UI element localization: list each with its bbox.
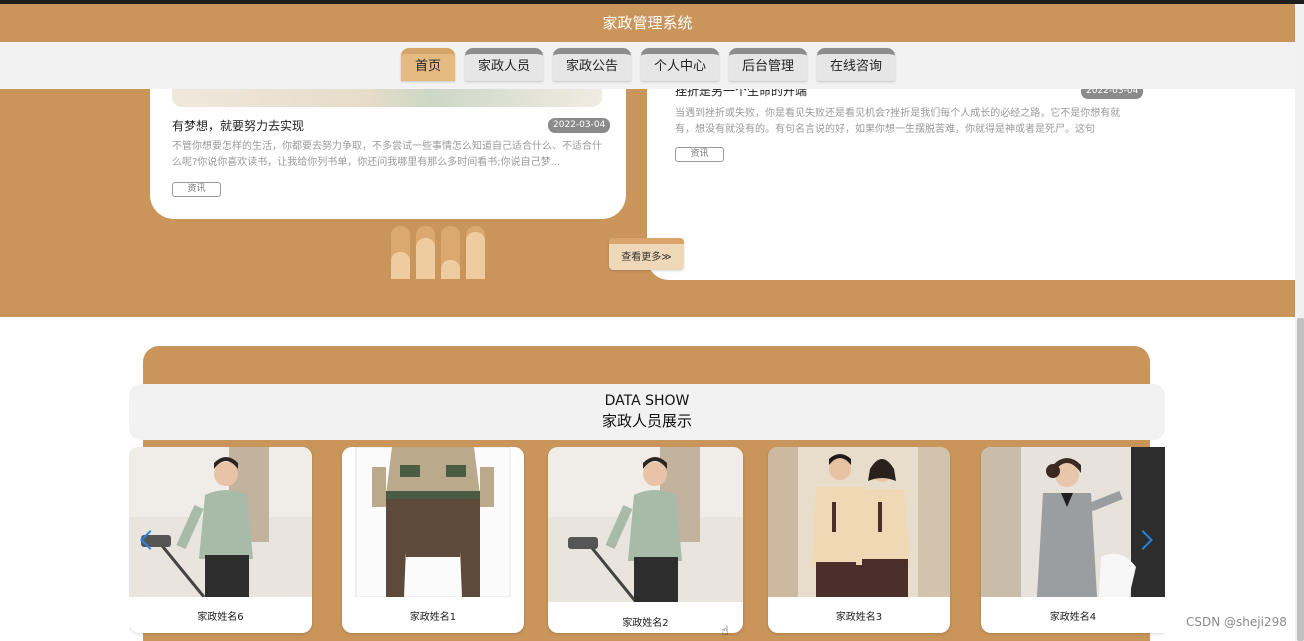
news-summary: 不管你想要怎样的生活，你都要去努力争取，不多尝试一些事情怎么知道自己适合什么、不… [172, 141, 602, 168]
mouse-cursor-icon: ☝ [721, 624, 729, 639]
news-item-left[interactable]: 有梦想，就要努力去实现 2022-03-04 不管你想要怎样的生活，你都要去努力… [150, 89, 626, 219]
staff-name[interactable]: 家政姓名3 [768, 608, 950, 623]
nav-tab-profile[interactable]: 个人中心 [641, 48, 719, 81]
staff-card[interactable]: 家政姓名1 [342, 447, 524, 633]
staff-photo[interactable] [981, 447, 1165, 597]
page-scrollbar-thumb[interactable] [1297, 318, 1304, 641]
pager-bar-fill [441, 260, 460, 279]
site-title: 家政管理系统 [602, 14, 693, 32]
nav-tab-home[interactable]: 首页 [401, 48, 455, 81]
staff-photo[interactable] [548, 447, 743, 602]
pager-bar-fill [391, 252, 410, 279]
pager-bar-fill [416, 238, 435, 279]
nav-tab-staff[interactable]: 家政人员 [465, 48, 543, 81]
news-item-right[interactable]: 挫折是另一个生命的开端 2022-03-04 当遇到挫折或失败，你是看见失败还是… [647, 84, 1295, 280]
news-tag[interactable]: 资讯 [172, 182, 221, 197]
staff-photo-image [342, 447, 524, 597]
staff-photo[interactable] [342, 447, 524, 597]
pager-bar-fill [466, 232, 485, 279]
news-image[interactable] [172, 89, 602, 107]
staff-photo-image [981, 447, 1165, 597]
nav-tab-consult[interactable]: 在线咨询 [817, 48, 895, 81]
staff-section-heading: DATA SHOW 家政人员展示 [129, 384, 1165, 440]
nav-tab-admin[interactable]: 后台管理 [729, 48, 807, 81]
staff-name[interactable]: 家政姓名6 [129, 608, 312, 623]
nav-tab-announcements[interactable]: 家政公告 [553, 48, 631, 81]
news-tag[interactable]: 资讯 [675, 147, 724, 162]
staff-name[interactable]: 家政姓名1 [342, 608, 524, 623]
news-section: 挫折是另一个生命的开端 2022-03-04 当遇到挫折或失败，你是看见失败还是… [0, 84, 1295, 317]
section-title-zh: 家政人员展示 [601, 412, 692, 430]
staff-photo-image [129, 447, 312, 597]
staff-photo[interactable] [768, 447, 950, 597]
main-navigation: 首页 家政人员 家政公告 个人中心 后台管理 在线咨询 [0, 42, 1295, 89]
staff-card[interactable]: 家政姓名3 [768, 447, 950, 633]
staff-photo[interactable] [129, 447, 312, 597]
nav-tabs: 首页 家政人员 家政公告 个人中心 后台管理 在线咨询 [401, 48, 895, 81]
news-pager [391, 226, 485, 279]
site-header: 家政管理系统 [0, 4, 1295, 42]
news-summary: 当遇到挫折或失败，你是看见失败还是看见机会?挫折是我们每个人成长的必经之路，它不… [675, 108, 1121, 135]
staff-photo-image [768, 447, 950, 597]
staff-name[interactable]: 家政姓名2 [548, 614, 743, 629]
section-title-en: DATA SHOW [604, 393, 690, 409]
staff-carousel: 家政姓名6 家政姓名1 家政姓名2 家政姓名3 家政姓名4 [129, 447, 1165, 641]
staff-card[interactable]: 家政姓名2 [548, 447, 743, 633]
view-more-button[interactable]: 查看更多≫ [609, 238, 684, 270]
watermark: CSDN @sheji298 [1186, 615, 1287, 629]
staff-name[interactable]: 家政姓名4 [981, 608, 1165, 623]
staff-photo-image [548, 447, 743, 602]
news-title[interactable]: 有梦想，就要努力去实现 [172, 117, 304, 134]
news-date: 2022-03-04 [548, 118, 611, 133]
